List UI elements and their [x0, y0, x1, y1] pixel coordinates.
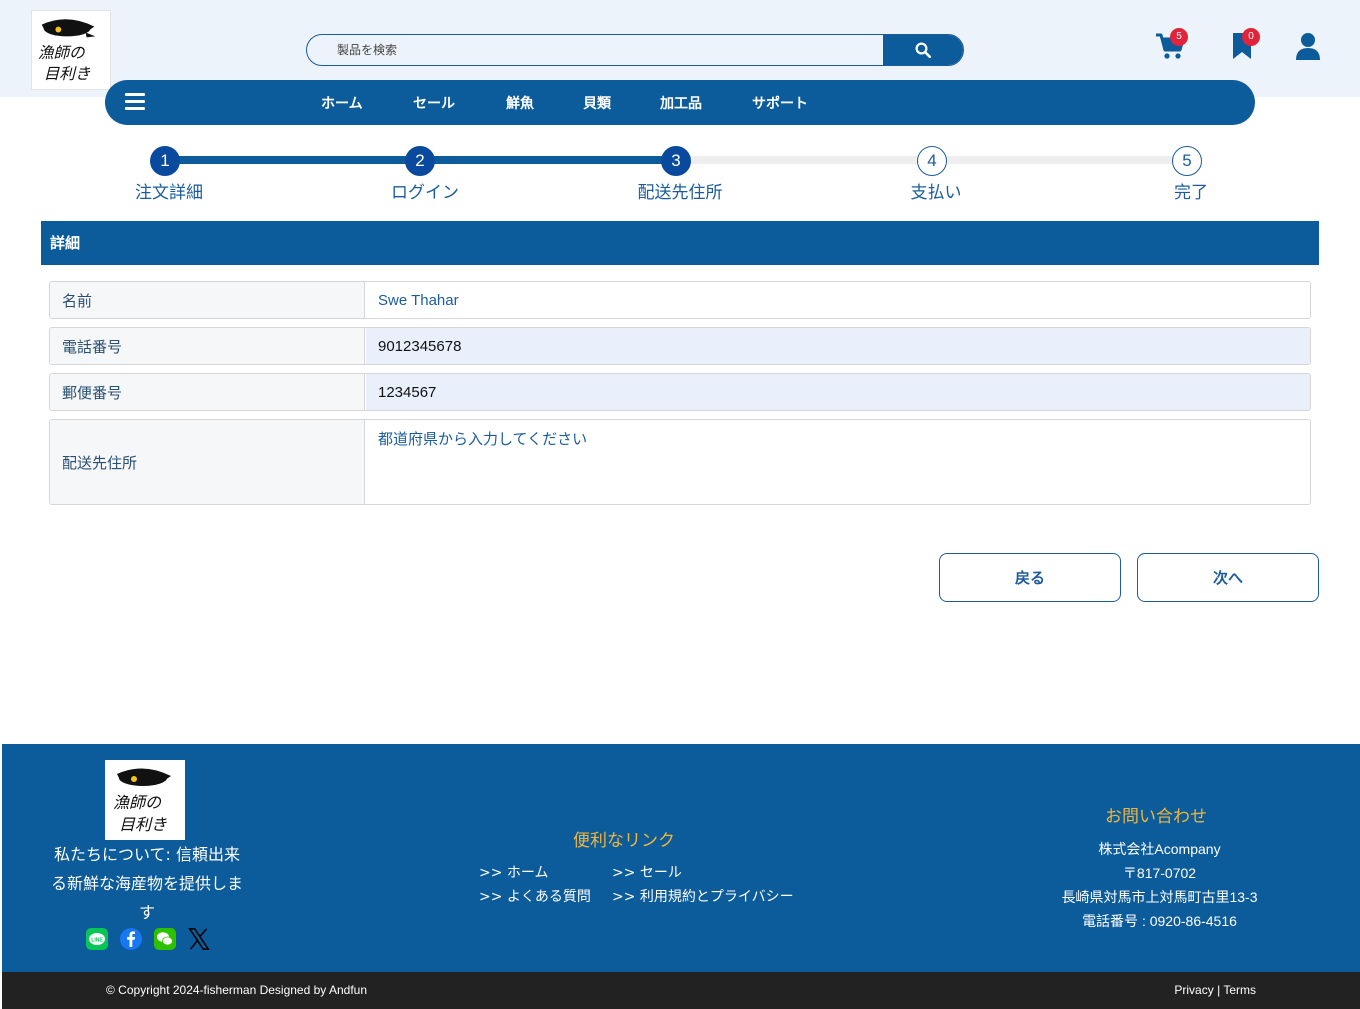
address-row: 配送先住所	[49, 419, 1311, 505]
search-input[interactable]	[307, 35, 885, 65]
postal-code: 〒817-0702	[1122, 865, 1197, 881]
main-nav: ホーム セール 鮮魚 貝類 加工品 サポート	[105, 80, 1255, 125]
phone-row: 電話番号 9012345678	[49, 327, 1311, 365]
nav-support[interactable]: サポート	[752, 93, 808, 113]
account-button[interactable]	[1288, 28, 1328, 64]
search-icon	[915, 42, 932, 59]
details-section-title: 詳細	[41, 221, 1319, 265]
line-icon[interactable]: LINE	[86, 928, 108, 950]
svg-text:目利き: 目利き	[119, 815, 167, 834]
copyright-bar: © Copyright 2024-fisherman Designed by A…	[2, 972, 1360, 1009]
step-3-dot: 3	[661, 146, 691, 176]
postal-code-field[interactable]: 1234567	[366, 374, 1310, 410]
nav-fresh-fish[interactable]: 鮮魚	[506, 93, 534, 113]
user-icon	[1296, 33, 1320, 60]
checkout-stepper: 1 2 3 4 5 注文詳細 ログイン 配送先住所 支払い 完了	[0, 140, 1360, 210]
footer-links-title: 便利なリンク	[573, 831, 675, 851]
nav-home[interactable]: ホーム	[321, 93, 363, 113]
social-links: LINE	[86, 928, 210, 950]
nav-shellfish[interactable]: 貝類	[583, 93, 611, 113]
step-2-dot: 2	[405, 146, 435, 176]
svg-text:目利き: 目利き	[44, 65, 91, 83]
step-5-label: 完了	[1174, 183, 1208, 203]
name-row: 名前 Swe Thahar	[49, 281, 1311, 319]
terms-link[interactable]: Terms	[1223, 983, 1256, 997]
legal-links: Privacy | Terms	[1174, 983, 1256, 997]
copyright-text: © Copyright 2024-fisherman Designed by A…	[106, 983, 367, 997]
facebook-icon[interactable]	[120, 928, 142, 950]
footer-logo[interactable]: 漁師の 目利き	[105, 760, 185, 840]
search-bar	[306, 34, 964, 66]
nav-processed[interactable]: 加工品	[660, 93, 702, 113]
search-button[interactable]	[883, 35, 963, 65]
phone-number: 電話番号 : 0920-86-4516	[1082, 913, 1237, 929]
postal-label: 郵便番号	[50, 374, 365, 410]
name-field[interactable]: Swe Thahar	[366, 282, 1310, 318]
legal-separator: |	[1217, 983, 1221, 997]
wechat-icon[interactable]	[154, 928, 176, 950]
bookmark-count-badge: 0	[1242, 28, 1260, 46]
footer-about-text: 私たちについて: 信頼出来る新鮮な海産物を提供します	[50, 845, 243, 922]
company-name: 株式会社Acompany	[1098, 841, 1221, 857]
step-5-dot: 5	[1172, 146, 1202, 176]
footer-link-sale[interactable]: >> セール	[612, 862, 794, 882]
bookmark-button[interactable]: 0	[1222, 28, 1262, 64]
nav-sale[interactable]: セール	[413, 93, 455, 113]
svg-text:LINE: LINE	[91, 938, 103, 944]
footer-logo-image: 漁師の 目利き	[113, 768, 171, 834]
postal-row: 郵便番号 1234567	[49, 373, 1311, 411]
footer-contact-title: お問い合わせ	[1105, 807, 1207, 827]
svg-text:漁師の: 漁師の	[38, 44, 86, 62]
next-button[interactable]: 次へ	[1137, 553, 1319, 602]
x-icon[interactable]	[188, 928, 210, 950]
step-4-dot: 4	[917, 146, 947, 176]
hamburger-icon[interactable]	[125, 93, 145, 111]
footer-contact: 株式会社Acompany 〒817-0702 長崎県対馬市上対馬町古里13-3 …	[1017, 837, 1302, 933]
address-label: 配送先住所	[50, 420, 365, 504]
address-textarea[interactable]	[366, 420, 1310, 504]
step-1-label: 注文詳細	[135, 183, 203, 203]
step-3-label: 配送先住所	[637, 183, 723, 203]
footer-link-home[interactable]: >> ホーム	[479, 862, 612, 882]
step-2-label: ログイン	[391, 183, 459, 203]
footer-link-faq[interactable]: >> よくある質問	[479, 886, 612, 906]
logo-image: 漁師の 目利き	[38, 19, 96, 83]
footer-links: >> ホーム >> セール >> よくある質問 >> 利用規約とプライバシー	[479, 862, 794, 906]
footer: 漁師の 目利き 私たちについて: 信頼出来る新鮮な海産物を提供します LINE …	[2, 744, 1360, 972]
cart-count-badge: 5	[1170, 28, 1188, 46]
phone-field[interactable]: 9012345678	[366, 328, 1310, 364]
name-label: 名前	[50, 282, 365, 318]
phone-label: 電話番号	[50, 328, 365, 364]
privacy-link[interactable]: Privacy	[1174, 983, 1213, 997]
svg-text:漁師の: 漁師の	[113, 793, 162, 812]
step-4-label: 支払い	[910, 183, 962, 203]
back-button[interactable]: 戻る	[939, 553, 1121, 602]
cart-button[interactable]: 5	[1150, 28, 1190, 64]
address: 長崎県対馬市上対馬町古里13-3	[1061, 889, 1258, 905]
site-logo[interactable]: 漁師の 目利き	[31, 10, 111, 90]
step-1-dot: 1	[150, 146, 180, 176]
footer-link-terms-privacy[interactable]: >> 利用規約とプライバシー	[612, 886, 794, 906]
